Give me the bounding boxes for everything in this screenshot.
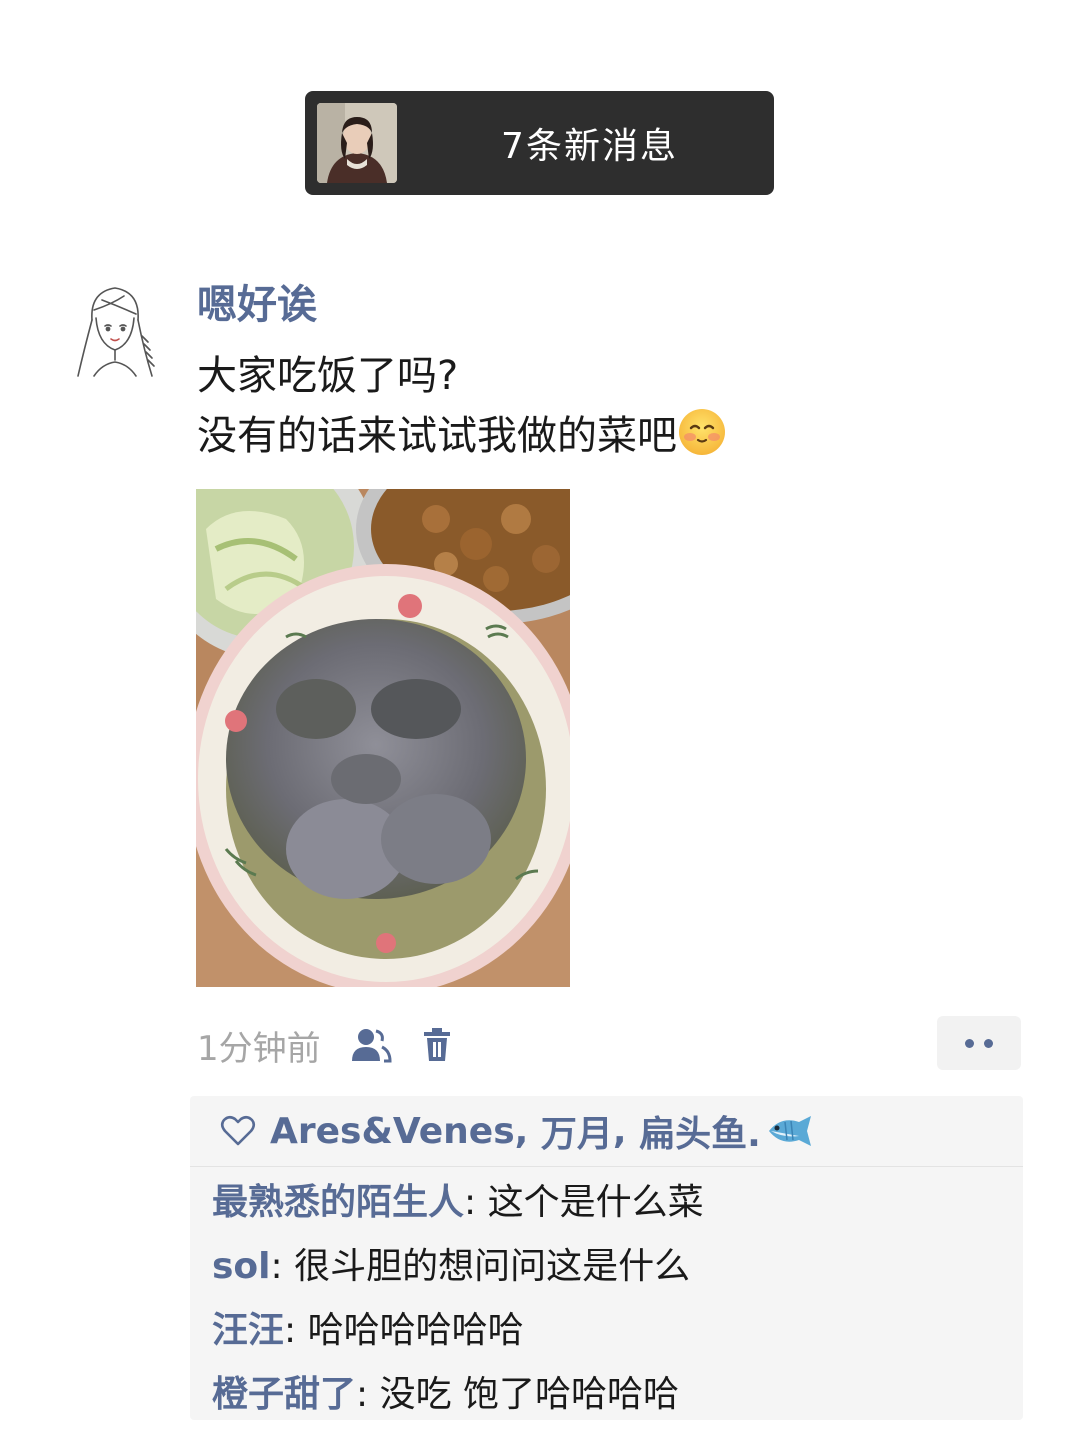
post-meta-row: 1分钟前 [197,1018,481,1072]
more-actions-button[interactable] [937,1016,1021,1070]
more-dot-icon [984,1038,993,1048]
like-user-name[interactable]: Ares&Venes [270,1111,515,1152]
comment-colon: : [284,1310,308,1351]
delete-trash-icon[interactable] [415,1023,459,1067]
heart-outline-icon [220,1113,256,1149]
comment-author[interactable]: 汪汪 [212,1310,284,1351]
comment-text: 很斗胆的想问问这是什么 [294,1246,691,1287]
likes-row: Ares&Venes , 万月 , 扁头鱼. [190,1096,1023,1167]
comment-text: 哈哈哈哈哈哈 [307,1310,524,1351]
post-content: 大家吃饭了吗? 没有的话来试试我做的菜吧 [197,346,727,466]
new-messages-banner[interactable]: 7条新消息 [305,91,774,195]
comment-item[interactable]: 汪汪: 哈哈哈哈哈哈 [212,1299,1023,1363]
new-message-avatar-thumbnail [317,103,397,183]
post-text-line-2-text: 没有的话来试试我做的菜吧 [197,413,677,459]
fish-emoji-icon [765,1114,813,1148]
post-text-line-1: 大家吃饭了吗? [197,353,459,399]
like-separator: , [612,1110,640,1152]
comment-author[interactable]: 橙子甜了 [212,1374,356,1415]
comment-colon: : [464,1182,488,1223]
interactions-panel: Ares&Venes , 万月 , 扁头鱼. 最熟悉的陌生人: 这个是什么菜 s… [190,1096,1023,1420]
like-user-name[interactable]: 万月 [541,1105,613,1157]
comment-author[interactable]: sol [212,1246,271,1287]
smiling-face-emoji-icon [677,407,727,457]
post-timestamp: 1分钟前 [197,1028,321,1069]
poster-avatar[interactable] [72,280,158,384]
poster-nickname[interactable]: 嗯好诶 [197,277,317,333]
comment-colon: : [270,1246,295,1287]
comment-author[interactable]: 最熟悉的陌生人 [212,1182,464,1223]
comments-list: 最熟悉的陌生人: 这个是什么菜 sol: 很斗胆的想问问这是什么 汪汪: 哈哈哈… [190,1167,1023,1427]
moments-feed-page: 7条新消息 嗯好诶 大家吃饭了吗? 没有的话来试试我做的菜吧 1分钟前 Ares… [0,0,1080,1440]
more-dot-icon [965,1038,974,1048]
comment-text: 这个是什么菜 [487,1182,704,1223]
comment-item[interactable]: 橙子甜了: 没吃 饱了哈哈哈哈 [212,1363,1023,1427]
like-separator: , [514,1110,541,1152]
post-text-line-2: 没有的话来试试我做的菜吧 [197,406,727,466]
comment-text: 没吃 饱了哈哈哈哈 [379,1374,680,1415]
like-user-name[interactable]: 扁头鱼. [639,1105,761,1157]
new-messages-label: 7条新消息 [501,126,678,167]
post-photo-food[interactable] [196,489,570,987]
comment-item[interactable]: sol: 很斗胆的想问问这是什么 [212,1235,1023,1299]
comment-item[interactable]: 最熟悉的陌生人: 这个是什么菜 [212,1171,1023,1235]
comment-colon: : [356,1374,380,1415]
visibility-people-icon[interactable] [349,1023,393,1067]
